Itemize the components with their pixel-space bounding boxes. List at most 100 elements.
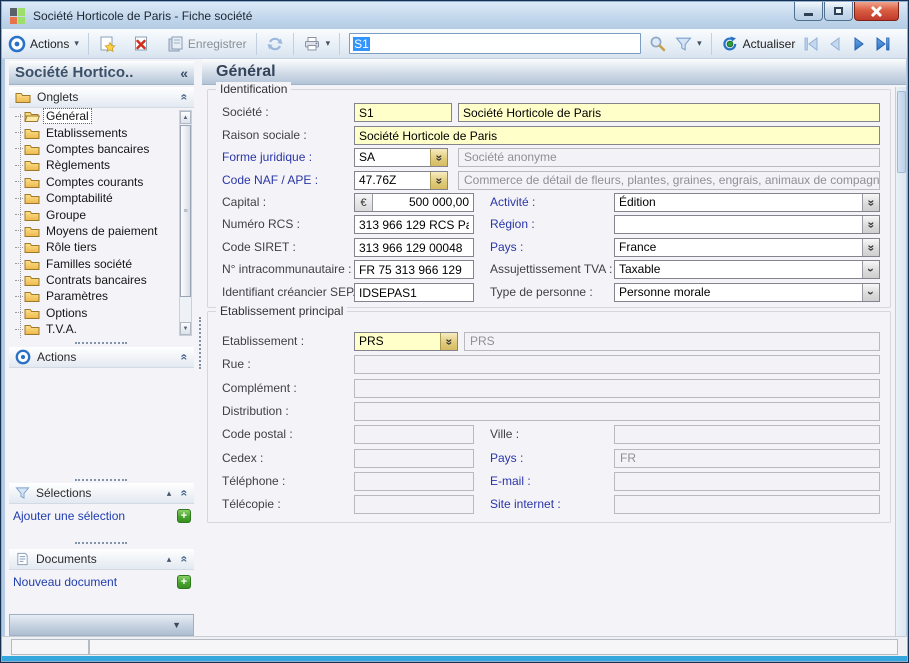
combo-dropdown-button[interactable]: › — [862, 261, 879, 278]
scroll-up-icon[interactable]: ▲ — [180, 111, 191, 124]
splitter-handle[interactable] — [199, 317, 201, 369]
combo-dropdown-button[interactable]: » — [862, 194, 879, 211]
search-button[interactable] — [645, 33, 671, 55]
code-naf-label[interactable]: Code NAF / APE : — [222, 173, 354, 187]
numero-rcs-field[interactable] — [354, 215, 474, 234]
nav-next-button[interactable] — [847, 33, 871, 55]
minimize-button[interactable] — [794, 2, 823, 21]
panel-documents-header[interactable]: Documents ▴ « — [9, 549, 194, 570]
numero-rcs-label: Numéro RCS : — [222, 217, 354, 231]
collapse-triangle-icon[interactable]: ▴ — [167, 554, 172, 565]
refresh-button[interactable] — [262, 33, 288, 55]
add-selection-link[interactable]: Ajouter une sélection — [13, 509, 177, 523]
actions-menu-button[interactable]: Actions ▾ — [26, 35, 83, 53]
societe-code-field[interactable] — [354, 103, 452, 122]
sidebar-item-comptabilite[interactable]: Comptabilité — [11, 190, 181, 206]
tva-combo[interactable]: Taxable › — [614, 260, 880, 279]
actualiser-button[interactable]: Actualiser — [717, 33, 800, 55]
delete-record-button[interactable] — [128, 33, 154, 55]
new-document-button[interactable]: + — [177, 575, 191, 589]
print-button[interactable]: ▾ — [299, 33, 335, 55]
splitter-handle[interactable] — [75, 542, 127, 544]
sidebar-item-reglements[interactable]: Règlements — [11, 157, 181, 173]
sidebar-item-contrats-bancaires[interactable]: Contrats bancaires — [11, 272, 181, 288]
collapse-triangle-icon[interactable]: ▴ — [167, 488, 172, 499]
sidebar-item-familles-societe[interactable]: Familles société — [11, 256, 181, 272]
new-document-link[interactable]: Nouveau document — [13, 575, 177, 589]
sidebar-item-comptes-courants[interactable]: Comptes courants — [11, 174, 181, 190]
sidebar-header[interactable]: Société Hortico.. « — [9, 61, 194, 85]
capital-field[interactable]: € 500 000,00 — [354, 193, 474, 212]
close-button[interactable] — [854, 2, 899, 21]
panel-actions-header[interactable]: Actions « — [9, 347, 194, 368]
maximize-button[interactable] — [824, 2, 853, 21]
email-field — [614, 472, 880, 491]
nav-prev-button[interactable] — [823, 33, 847, 55]
collapse-sidebar-icon[interactable]: « — [180, 65, 188, 81]
nav-last-button[interactable] — [871, 33, 895, 55]
email-label[interactable]: E-mail : — [490, 474, 614, 488]
sidebar-item-comptes-bancaires[interactable]: Comptes bancaires — [11, 141, 181, 157]
new-record-button[interactable] — [94, 33, 120, 55]
activite-label[interactable]: Activité : — [490, 195, 614, 209]
tree-connector — [15, 280, 23, 281]
code-naf-combo[interactable]: 47.76Z » — [354, 171, 448, 190]
sidebar-item-moyens-de-paiement[interactable]: Moyens de paiement — [11, 223, 181, 239]
collapse-panel-icon[interactable]: « — [178, 556, 192, 563]
collapse-panel-icon[interactable]: « — [178, 490, 192, 497]
pays-combo[interactable]: France » — [614, 238, 880, 257]
save-icon — [166, 35, 184, 53]
type-personne-combo[interactable]: Personne morale › — [614, 283, 880, 302]
sidebar-item-etablissements[interactable]: Etablissements — [11, 124, 181, 140]
scrollbar-thumb[interactable] — [897, 91, 906, 173]
forme-juridique-label[interactable]: Forme juridique : — [222, 150, 354, 164]
combo-dropdown-button[interactable]: » — [862, 239, 879, 256]
combo-dropdown-button[interactable]: » — [862, 216, 879, 233]
intracommunautaire-field[interactable] — [354, 260, 474, 279]
folder-icon — [24, 142, 40, 156]
panel-onglets-header[interactable]: Onglets « — [9, 87, 194, 108]
tree-scrollbar[interactable]: ▲ ≡ ▼ — [179, 110, 192, 336]
collapse-panel-icon[interactable]: « — [178, 354, 192, 361]
pays-label[interactable]: Pays : — [490, 240, 614, 254]
combo-dropdown-button[interactable]: » — [440, 333, 457, 350]
sidebar-item-groupe[interactable]: Groupe — [11, 206, 181, 222]
save-button[interactable]: Enregistrer — [162, 33, 251, 55]
sidebar-item-commentaires[interactable]: Commentaires — [11, 337, 181, 338]
etablissement-combo[interactable]: PRS » — [354, 332, 458, 351]
sidebar-item-options[interactable]: Options — [11, 305, 181, 321]
sidebar-item-parametres[interactable]: Paramètres — [11, 288, 181, 304]
filter-dropdown-icon[interactable]: ▾ — [697, 38, 702, 49]
splitter-handle[interactable] — [75, 479, 127, 481]
search-input[interactable]: S1 — [349, 33, 641, 54]
print-dropdown-icon[interactable]: ▾ — [326, 38, 331, 49]
sepa-field[interactable] — [354, 283, 474, 302]
filter-button[interactable]: ▾ — [671, 34, 706, 54]
combo-dropdown-button[interactable]: › — [862, 284, 879, 301]
combo-dropdown-button[interactable]: » — [430, 172, 447, 189]
scroll-down-icon[interactable]: ▼ — [180, 322, 191, 335]
sidebar-item-tva[interactable]: T.V.A. — [11, 321, 181, 337]
main-scrollbar[interactable] — [895, 87, 906, 638]
panel-selections-header[interactable]: Sélections ▴ « — [9, 483, 194, 504]
euro-button[interactable]: € — [355, 194, 373, 211]
code-postal-label: Code postal : — [222, 427, 354, 441]
nav-first-button[interactable] — [799, 33, 823, 55]
raison-sociale-field[interactable] — [354, 126, 880, 145]
sidebar-item-role-tiers[interactable]: Rôle tiers — [11, 239, 181, 255]
region-combo[interactable]: » — [614, 215, 880, 234]
combo-dropdown-button[interactable]: » — [430, 149, 447, 166]
societe-name-field[interactable] — [458, 103, 880, 122]
add-selection-button[interactable]: + — [177, 509, 191, 523]
splitter-handle[interactable] — [75, 342, 127, 344]
site-internet-label[interactable]: Site internet : — [490, 497, 614, 511]
sidebar-overflow-button[interactable]: ▼ — [9, 614, 194, 636]
scrollbar-thumb[interactable]: ≡ — [180, 125, 191, 297]
region-label[interactable]: Région : — [490, 217, 614, 231]
sidebar-item-general[interactable]: Général — [11, 108, 181, 124]
activite-combo[interactable]: Édition » — [614, 193, 880, 212]
forme-juridique-combo[interactable]: SA » — [354, 148, 448, 167]
code-siret-field[interactable] — [354, 238, 474, 257]
pays-etab-label[interactable]: Pays : — [490, 451, 614, 465]
collapse-panel-icon[interactable]: « — [178, 94, 192, 101]
